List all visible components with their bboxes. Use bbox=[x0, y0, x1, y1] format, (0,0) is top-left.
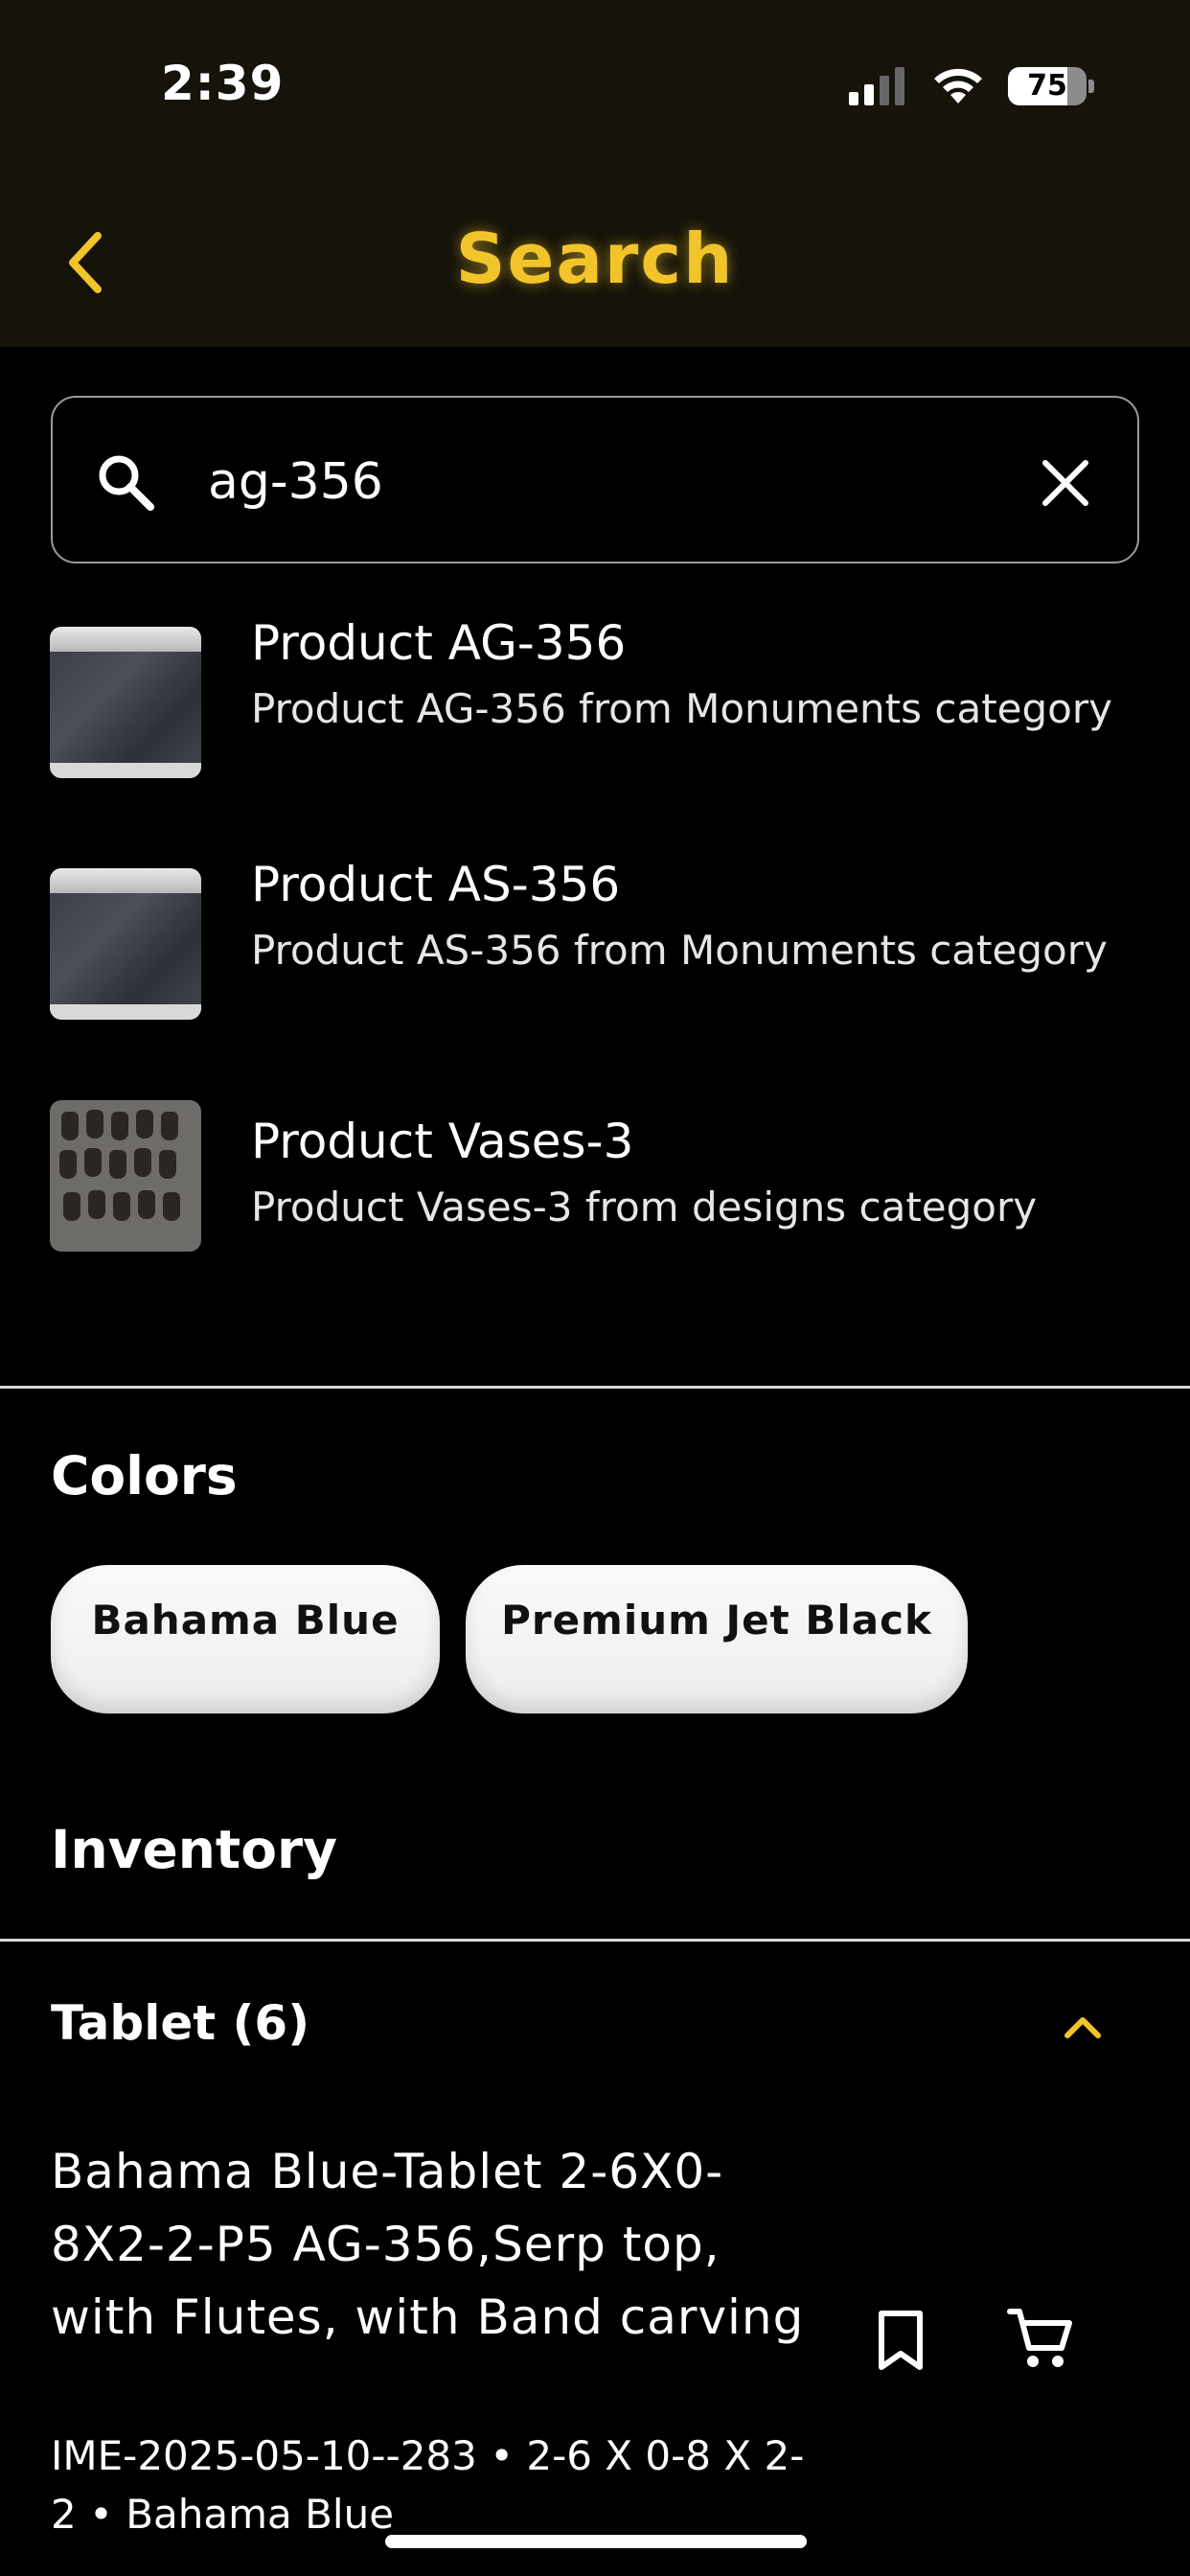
chevron-up-icon bbox=[1064, 2017, 1101, 2038]
inventory-item-meta: IME-2025-05-10--283 • 2-6 X 0-8 X 2-2 • … bbox=[51, 2432, 805, 2538]
search-result-item[interactable]: Product AG-356 Product AG-356 from Monum… bbox=[0, 613, 1190, 805]
search-input[interactable] bbox=[208, 436, 1003, 527]
status-icons: 75 bbox=[847, 65, 1094, 107]
search-field[interactable] bbox=[51, 396, 1139, 564]
battery-level: 75 bbox=[1027, 69, 1067, 103]
inventory-group-title: Tablet (6) bbox=[51, 1995, 310, 2051]
header-bar: 2:39 75 Search bbox=[0, 0, 1190, 347]
bookmark-button[interactable] bbox=[874, 2310, 927, 2371]
clear-search-button[interactable] bbox=[1038, 455, 1093, 511]
result-title: Product AG-356 bbox=[251, 615, 627, 671]
add-to-cart-button[interactable] bbox=[1006, 2304, 1075, 2373]
search-result-item[interactable]: Product AS-356 Product AS-356 from Monum… bbox=[0, 855, 1190, 1046]
page-title: Search bbox=[455, 218, 735, 299]
inventory-item-title: Bahama Blue-Tablet 2-6X0-8X2-2-P5 AG-356… bbox=[51, 2144, 805, 2345]
colors-heading: Colors bbox=[51, 1445, 238, 1506]
wifi-icon bbox=[934, 68, 982, 104]
inventory-group-header[interactable]: Tablet (6) bbox=[0, 1974, 1190, 2080]
cellular-signal-icon bbox=[849, 67, 904, 105]
product-thumbnail bbox=[50, 1100, 201, 1252]
product-thumbnail bbox=[50, 627, 201, 778]
status-time: 2:39 bbox=[161, 56, 285, 111]
search-result-item[interactable]: Product Vases-3 Product Vases-3 from des… bbox=[0, 1100, 1190, 1294]
search-icon bbox=[99, 455, 154, 511]
color-chip-premium-jet-black[interactable]: Premium Jet Black bbox=[466, 1565, 968, 1714]
product-thumbnail bbox=[50, 868, 201, 1020]
home-indicator bbox=[385, 2535, 807, 2548]
result-title: Product Vases-3 bbox=[251, 1114, 634, 1169]
inventory-heading: Inventory bbox=[51, 1819, 337, 1880]
battery-icon: 75 bbox=[1008, 65, 1094, 107]
result-description: Product Vases-3 from designs category bbox=[251, 1184, 1038, 1230]
section-divider bbox=[0, 1939, 1190, 1942]
color-chip-bahama-blue[interactable]: Bahama Blue bbox=[51, 1565, 440, 1714]
result-title: Product AS-356 bbox=[251, 857, 621, 912]
result-description: Product AG-356 from Monuments category bbox=[251, 685, 1112, 732]
result-description: Product AS-356 from Monuments category bbox=[251, 927, 1108, 974]
section-divider bbox=[0, 1386, 1190, 1389]
